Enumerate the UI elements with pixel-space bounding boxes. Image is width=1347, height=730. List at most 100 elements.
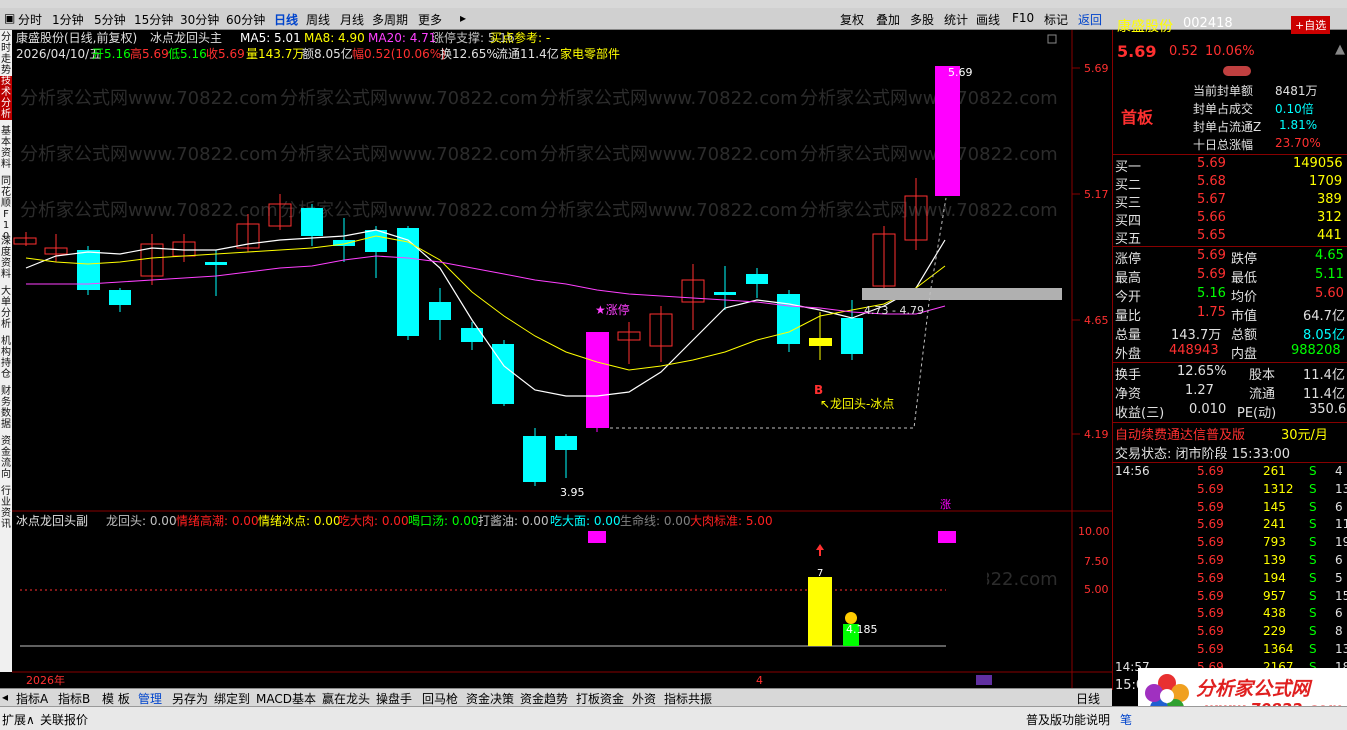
tool-multi[interactable]: 多股 <box>910 11 934 28</box>
pen-button[interactable]: 笔 <box>1120 711 1132 728</box>
sub-indicator-name: 冰点龙回头副 <box>16 514 88 528</box>
vtab[interactable]: 同花顺F10 <box>0 176 12 242</box>
period-tab[interactable]: 15分钟 <box>134 11 173 28</box>
vtab[interactable]: 行业资讯 <box>0 486 12 530</box>
period-tab-active[interactable]: 日线 <box>274 11 298 28</box>
rp-board: 首板 <box>1121 108 1154 127</box>
tool-fuquan[interactable]: 复权 <box>840 11 864 28</box>
bid-label: 买二 <box>1115 178 1142 193</box>
back-button[interactable]: 返回 <box>1078 11 1102 28</box>
indicator-tab[interactable]: 操盘手 <box>376 690 412 707</box>
sub-bar-yellow <box>808 577 832 646</box>
vtab[interactable]: 基本资料 <box>0 126 12 170</box>
stat-val: 11.4亿 <box>1303 368 1345 383</box>
vtab[interactable]: 深度资料 <box>0 236 12 280</box>
tick-s: S <box>1309 499 1317 514</box>
tick-v: 438 <box>1263 606 1286 621</box>
edition-help-link[interactable]: 普及版功能说明 <box>1026 711 1110 728</box>
buy-b-label: B <box>814 383 823 397</box>
price-axis-label: 4.65 <box>1084 314 1109 327</box>
period-indicator[interactable]: 日线 <box>1076 690 1100 707</box>
ma5-value: MA5: 5.01 <box>240 31 301 45</box>
indicator-tab[interactable]: 资金决策 <box>466 690 514 707</box>
stat-val: 0.010 <box>1189 402 1227 417</box>
svg-text:吃大肉: 0.00: 吃大肉: 0.00 <box>338 514 409 528</box>
period-tab[interactable]: 分时 <box>18 11 42 28</box>
stat-key: 流通 <box>1249 387 1276 402</box>
collapse-toggle[interactable] <box>1223 66 1251 76</box>
tool-stats[interactable]: 统计 <box>944 11 968 28</box>
vtab[interactable]: 分时走势 <box>0 32 12 76</box>
stat-val: 12.65% <box>1177 364 1227 379</box>
svg-text:生命线: 0.00: 生命线: 0.00 <box>620 513 691 528</box>
tick-v: 793 <box>1263 535 1286 550</box>
more-arrow-icon[interactable]: ▸ <box>460 11 466 25</box>
indicator-tab[interactable]: 回马枪 <box>422 690 458 707</box>
indicator-tab[interactable]: 打板资金 <box>576 690 624 707</box>
buy-ref: 买点参考: - <box>490 30 550 45</box>
period-tab[interactable]: 1分钟 <box>52 11 84 28</box>
svg-text:分析家公式网www.70822.com: 分析家公式网www.70822.com <box>20 200 278 221</box>
indicator-tab[interactable]: 另存为 <box>172 690 208 707</box>
rp-change: 0.52 <box>1169 44 1198 59</box>
expand-button[interactable]: 扩展∧ <box>2 711 35 728</box>
tool-draw[interactable]: 画线 <box>976 11 1000 28</box>
indicator-tab[interactable]: 指标A <box>16 690 48 707</box>
period-tab[interactable]: 更多 <box>418 11 442 28</box>
tick-p: 5.69 <box>1197 535 1224 550</box>
scroll-left-icon[interactable]: ◂ <box>2 690 8 704</box>
indicator-tab[interactable]: 赢在龙头 <box>322 690 370 707</box>
stat-val: 1.27 <box>1185 383 1214 398</box>
tick-v: 1364 <box>1263 642 1294 656</box>
vtab[interactable]: 机构持仓 <box>0 336 12 380</box>
indicator-tab[interactable]: 绑定到 <box>214 690 250 707</box>
indicator-tab[interactable]: 资金趋势 <box>520 690 568 707</box>
tick-p: 5.69 <box>1197 624 1224 639</box>
vtab[interactable]: 大单分析 <box>0 286 12 330</box>
scroll-marker[interactable] <box>976 675 992 685</box>
indicator-tab-active[interactable]: 管理 <box>138 690 162 707</box>
tick-v: 261 <box>1263 464 1286 478</box>
indicator-name: 冰点龙回头主 <box>150 31 222 45</box>
period-tab[interactable]: 5分钟 <box>94 11 126 28</box>
period-tab[interactable]: 多周期 <box>372 11 408 28</box>
ad-price[interactable]: 30元/月 <box>1281 424 1328 443</box>
vtab-active[interactable]: 技术分析 <box>0 76 12 120</box>
stat-val: 1.75 <box>1197 305 1226 320</box>
sub-bar-label: 7 <box>817 568 823 579</box>
indicator-tab[interactable]: 模 板 <box>102 690 130 707</box>
add-watchlist-button[interactable]: +自选 <box>1291 16 1331 34</box>
range-label: 4.73 - 4.79 <box>864 304 924 317</box>
collapse-icon[interactable]: ▣ <box>4 11 15 25</box>
tool-f10[interactable]: F10 <box>1012 11 1034 25</box>
vtab[interactable]: 财务数据 <box>0 386 12 430</box>
zhang-label: 涨 <box>940 498 951 511</box>
tool-overlay[interactable]: 叠加 <box>876 11 900 28</box>
ma8-value: MA8: 4.90 <box>304 31 365 45</box>
seal-val: 23.70% <box>1275 136 1321 150</box>
ma20-line <box>26 255 946 315</box>
indicator-tab[interactable]: 外资 <box>632 690 656 707</box>
vtab[interactable]: 资金流向 <box>0 436 12 480</box>
sub-axis-label: 10.00 <box>1078 525 1110 538</box>
period-tab[interactable]: 60分钟 <box>226 11 265 28</box>
panel-maximize-icon[interactable] <box>1047 34 1057 44</box>
rp-price: 5.69 <box>1117 42 1157 61</box>
kline-chart[interactable]: 分析家公式网www.70822.com 分析家公式网www.70822.com … <box>12 30 1112 688</box>
sub-axis-label: 7.50 <box>1084 555 1109 568</box>
period-tab[interactable]: 周线 <box>306 11 330 28</box>
tick-v: 957 <box>1263 588 1286 603</box>
period-tab[interactable]: 30分钟 <box>180 11 219 28</box>
period-tab[interactable]: 月线 <box>340 11 364 28</box>
bid-price: 5.69 <box>1197 156 1226 171</box>
lht-label: ↖龙回头-冰点 <box>820 397 894 411</box>
logo-title: 分析家公式网 <box>1196 678 1311 700</box>
tool-mark[interactable]: 标记 <box>1044 11 1068 28</box>
bell-icon[interactable]: ▲ <box>1335 42 1345 57</box>
indicator-tab[interactable]: 指标共振 <box>664 690 712 707</box>
stat-key: PE(动) <box>1237 406 1277 421</box>
indicator-tab[interactable]: MACD基本 <box>256 690 316 707</box>
related-quote-button[interactable]: 关联报价 <box>40 711 88 728</box>
ad-text[interactable]: 自动续费通达信普及版 <box>1115 424 1245 443</box>
indicator-tab[interactable]: 指标B <box>58 690 90 707</box>
